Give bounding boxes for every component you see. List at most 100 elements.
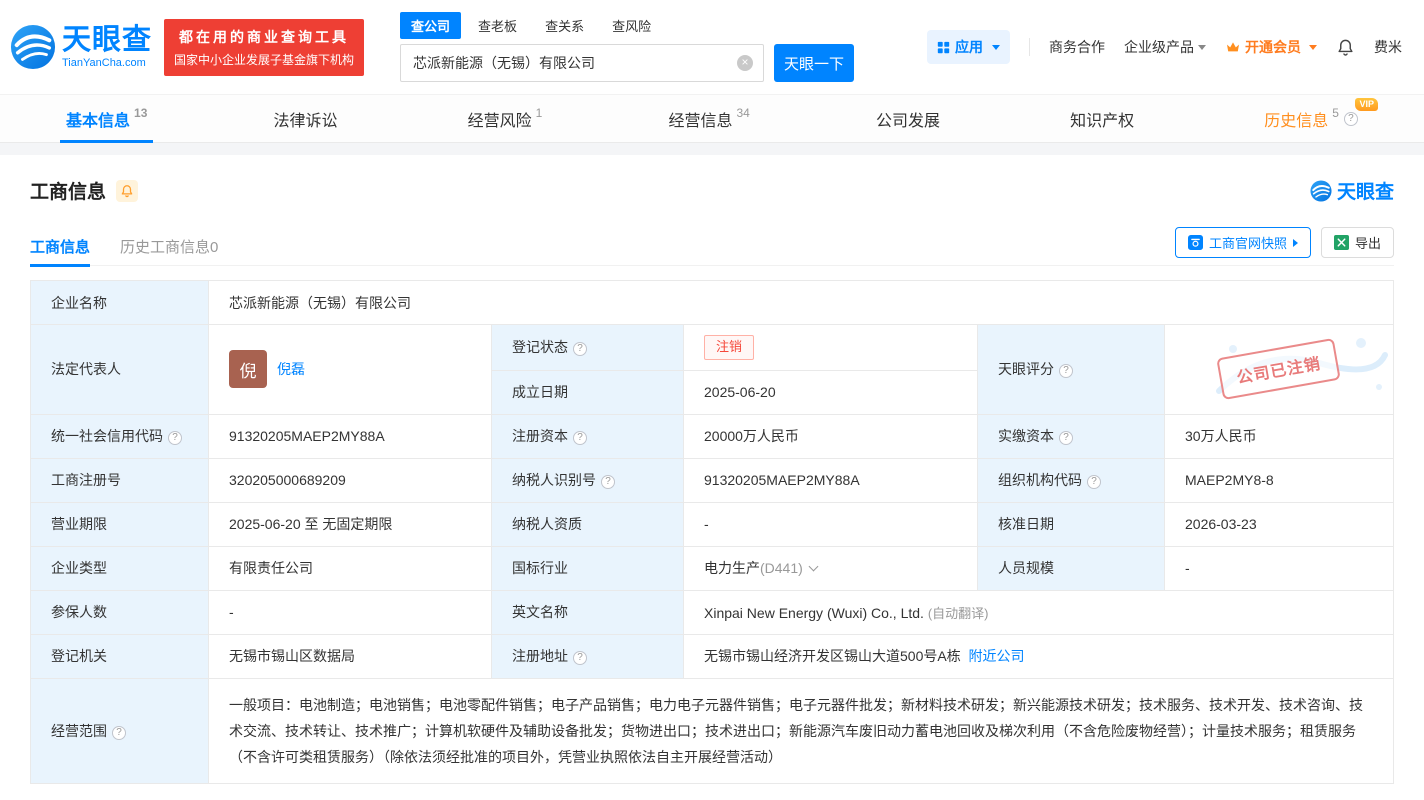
legal-rep-label: 法定代表人 — [30, 324, 209, 415]
search-tab-risk[interactable]: 查风险 — [601, 12, 662, 39]
staff-size-label: 人员规模 — [977, 545, 1165, 591]
nav-business-cooperation[interactable]: 商务合作 — [1049, 37, 1105, 57]
org-code-value: MAEP2MY8-8 — [1164, 457, 1394, 503]
table-row: 参保人数 - 英文名称 Xinpai New Energy (Wuxi) Co.… — [30, 589, 1394, 635]
help-icon[interactable] — [573, 342, 587, 357]
taxpayer-id-label: 纳税人识别号 — [491, 457, 684, 503]
help-icon[interactable] — [1059, 364, 1073, 379]
top-nav: 应用 商务合作 企业级产品 开通会员 费米 — [927, 30, 1402, 64]
subtab-history-business-info[interactable]: 历史工商信息0 — [120, 228, 218, 266]
industry-value: 电力生产(D441) — [683, 545, 978, 591]
taxpayer-quality-value: - — [683, 501, 978, 547]
search-tab-boss[interactable]: 查老板 — [467, 12, 528, 39]
chevron-down-icon — [992, 44, 1000, 50]
help-icon[interactable] — [1059, 431, 1073, 446]
table-row: 营业期限 2025-06-20 至 无固定期限 纳税人资质 - 核准日期 202… — [30, 501, 1394, 547]
reg-capital-value: 20000万人民币 — [683, 413, 978, 459]
vip-badge: VIP — [1355, 98, 1378, 111]
arrow-right-icon — [1292, 238, 1298, 247]
search-tab-relation[interactable]: 查关系 — [534, 12, 595, 39]
establish-date-label: 成立日期 — [491, 369, 684, 415]
reg-address-value: 无锡市锡山经济开发区锡山大道500号A栋 附近公司 — [683, 633, 1394, 679]
reg-number-value: 320205000689209 — [208, 457, 492, 503]
chevron-down-icon — [1198, 44, 1206, 50]
tianyancha-logo[interactable]: 天眼查 TianYanCha.com — [10, 24, 152, 70]
apps-grid-icon — [937, 41, 950, 53]
business-scope-label: 经营范围 — [30, 677, 209, 784]
table-row: 统一社会信用代码 91320205MAEP2MY88A 注册资本 20000万人… — [30, 413, 1394, 459]
taxpayer-id-value: 91320205MAEP2MY88A — [683, 457, 978, 503]
tab-history-info[interactable]: 历史信息5 VIP — [1256, 95, 1378, 142]
apps-label: 应用 — [955, 39, 983, 55]
nav-open-vip[interactable]: 开通会员 — [1225, 37, 1317, 57]
tab-operation-info[interactable]: 经营信息 34 — [660, 95, 757, 142]
subtab-business-info[interactable]: 工商信息 — [30, 228, 91, 267]
tab-legal-proceedings[interactable]: 法律诉讼 — [266, 95, 350, 142]
search-tab-company[interactable]: 查公司 — [400, 12, 462, 39]
tab-count: 1 — [535, 105, 543, 120]
help-icon[interactable] — [573, 651, 587, 666]
excel-icon — [1333, 235, 1349, 250]
tab-count: 13 — [134, 105, 148, 120]
tyc-score-label: 天眼评分 — [977, 324, 1165, 415]
logo-subtitle: TianYanCha.com — [62, 57, 146, 70]
nav-enterprise-products[interactable]: 企业级产品 — [1124, 37, 1206, 57]
insured-count-label: 参保人数 — [30, 589, 209, 635]
reg-number-label: 工商注册号 — [30, 457, 209, 503]
crown-icon — [1227, 42, 1239, 52]
nav-user[interactable]: 费米 — [1374, 37, 1402, 57]
reg-address-label: 注册地址 — [491, 633, 684, 679]
table-row: 登记机关 无锡市锡山区数据局 注册地址 无锡市锡山经济开发区锡山大道500号A栋… — [30, 633, 1394, 679]
legal-rep-avatar[interactable]: 倪 — [229, 350, 267, 389]
table-row: 法定代表人 倪 倪磊 登记状态 注销 天眼评分 — [30, 324, 1394, 415]
company-name-value: 芯派新能源（无锡）有限公司 — [208, 280, 1394, 325]
english-name-value: Xinpai New Energy (Wuxi) Co., Ltd. (自动翻译… — [683, 589, 1394, 635]
company-name-label: 企业名称 — [30, 280, 209, 325]
tianyancha-logo-icon — [10, 24, 56, 70]
apps-menu-button[interactable]: 应用 — [927, 30, 1010, 64]
tab-intellectual-property[interactable]: 知识产权 — [1062, 95, 1146, 142]
notification-bell-icon[interactable] — [1336, 38, 1355, 57]
reg-capital-label: 注册资本 — [491, 413, 684, 459]
table-row: 工商注册号 320205000689209 纳税人识别号 91320205MAE… — [30, 457, 1394, 503]
logo-title: 天眼查 — [62, 23, 153, 56]
business-term-value: 2025-06-20 至 无固定期限 — [208, 501, 492, 547]
clear-search-icon[interactable] — [737, 55, 754, 71]
business-term-label: 营业期限 — [30, 501, 209, 547]
reg-authority-label: 登记机关 — [30, 633, 209, 679]
help-icon[interactable] — [112, 725, 126, 740]
tab-basic-info[interactable]: 基本信息 13 — [58, 95, 155, 143]
establish-date-value: 2025-06-20 — [683, 369, 978, 415]
company-type-value: 有限责任公司 — [208, 545, 492, 591]
tianyancha-logo-icon — [1310, 179, 1332, 202]
auto-translate-note: (自动翻译) — [927, 605, 989, 621]
company-cancelled-stamp-cell: 公司已注销 — [1164, 324, 1394, 415]
help-icon[interactable] — [601, 475, 615, 490]
help-icon[interactable] — [168, 431, 182, 446]
reg-status-value: 注销 — [683, 324, 978, 371]
search-input[interactable] — [401, 45, 764, 81]
help-icon[interactable] — [573, 431, 587, 446]
table-row: 经营范围 一般项目：电池制造；电池销售；电池零配件销售；电子产品销售；电力电子元… — [30, 677, 1394, 784]
nearby-companies-link[interactable]: 附近公司 — [968, 648, 1024, 664]
tab-count: 5 — [1332, 105, 1339, 120]
official-snapshot-button[interactable]: 工商官网快照 — [1174, 227, 1311, 258]
slogan-line1: 都在用的商业查询工具 — [179, 28, 350, 45]
search-button[interactable]: 天眼一下 — [774, 44, 855, 82]
search-area: 查公司 查老板 查关系 查风险 天眼一下 — [400, 12, 855, 82]
section-title: 工商信息 — [30, 182, 107, 203]
chevron-down-icon[interactable] — [808, 561, 819, 572]
english-name-label: 英文名称 — [491, 589, 684, 635]
tab-operation-risk[interactable]: 经营风险 1 — [460, 95, 551, 142]
company-type-label: 企业类型 — [30, 545, 209, 591]
paid-capital-value: 30万人民币 — [1164, 413, 1394, 459]
export-button[interactable]: 导出 — [1320, 227, 1394, 258]
subscribe-bell-icon[interactable] — [116, 179, 139, 202]
help-icon[interactable] — [1087, 475, 1101, 490]
legal-rep-name-link[interactable]: 倪磊 — [277, 359, 305, 379]
paid-capital-label: 实缴资本 — [977, 413, 1165, 459]
help-icon[interactable] — [1343, 111, 1358, 126]
tab-company-development[interactable]: 公司发展 — [868, 95, 952, 142]
approval-date-label: 核准日期 — [977, 501, 1165, 547]
business-scope-value: 一般项目：电池制造；电池销售；电池零配件销售；电子产品销售；电力电子元器件销售；… — [208, 677, 1394, 784]
